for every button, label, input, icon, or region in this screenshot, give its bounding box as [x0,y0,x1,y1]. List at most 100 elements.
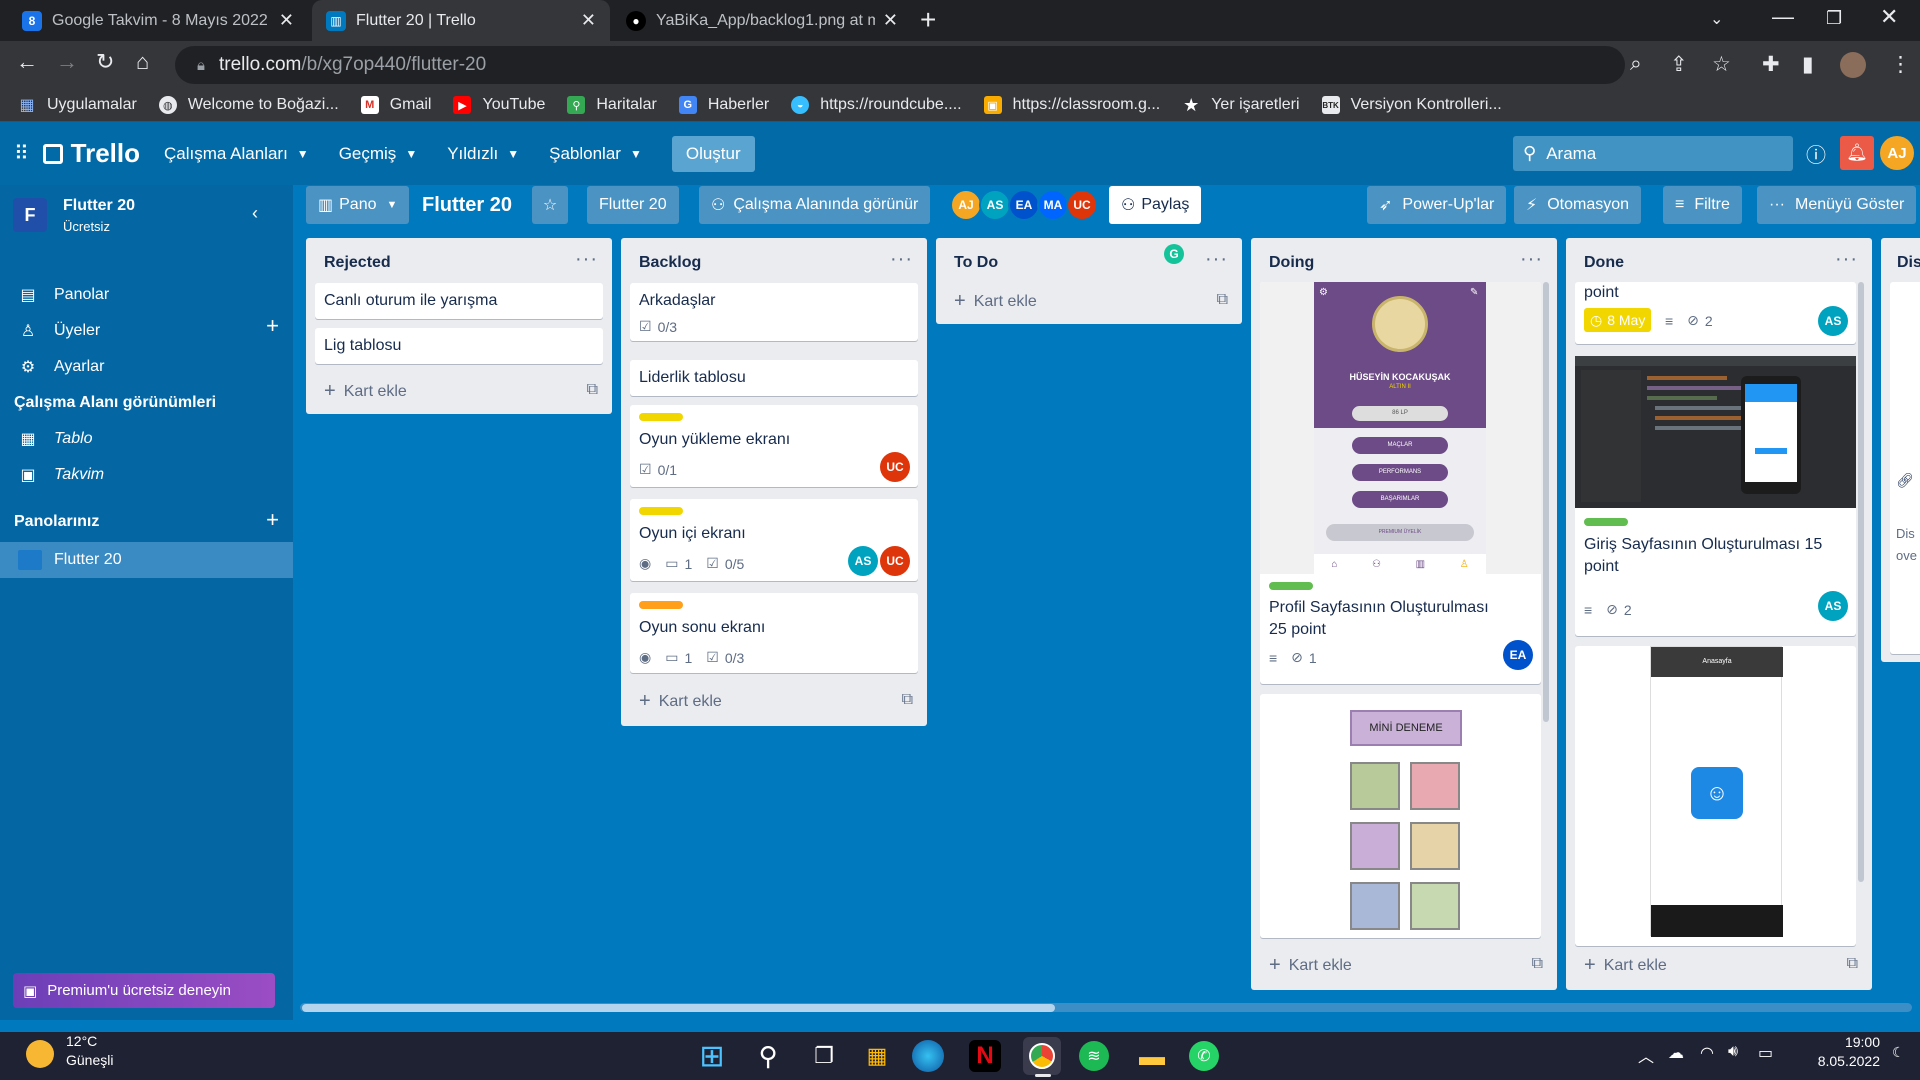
card-template-icon[interactable]: ⧉ [1847,955,1858,973]
side-panel-icon[interactable]: ▮ [1802,52,1814,77]
onedrive-icon[interactable]: ☁ [1668,1043,1684,1063]
volume-icon[interactable]: 🔊︎ [1728,1043,1738,1061]
star-board-button[interactable]: ☆ [532,186,568,224]
member-avatar-ea[interactable]: EA [1503,640,1533,670]
member-avatar-as[interactable]: AS [1818,591,1848,621]
list-actions-icon[interactable]: ··· [1520,248,1543,271]
nav-starred[interactable]: Yıldızlı ▼ [447,144,519,164]
add-member-icon[interactable]: + [266,313,279,339]
add-card-button[interactable]: + Kart ekle [639,690,722,713]
add-board-icon[interactable]: + [266,507,279,533]
extensions-icon[interactable]: ✚ [1762,52,1780,77]
card-canli-oturum[interactable]: Canlı oturum ile yarışma [315,283,603,319]
filter-button[interactable]: ≡ Filtre [1663,186,1742,224]
trello-logo[interactable]: Trello [42,138,140,169]
card-giris-sayfasi[interactable]: Giriş Sayfasının Oluşturulması 15 point … [1575,356,1856,636]
card-liderlik-tablosu[interactable]: Liderlik tablosu [630,360,918,396]
automation-button[interactable]: ⚡︎ Otomasyon [1514,186,1642,224]
tray-overflow-icon[interactable]: ︿ [1638,1043,1654,1067]
list-title[interactable]: To Do [954,254,998,272]
list-title[interactable]: Backlog [639,254,701,272]
notifications-icon[interactable]: 🔔︎ [1840,136,1874,170]
card-profil-sayfasi[interactable]: ⚙ ✎ HÜSEYİN KOCAKUŞAK ALTIN II 86 LP MAÇ… [1260,282,1541,684]
profile-avatar[interactable] [1840,52,1866,78]
whatsapp-icon[interactable]: ✆ [1189,1041,1219,1071]
list-title[interactable]: Dis [1897,254,1920,272]
search-icon[interactable]: ⚲ [749,1037,787,1075]
browser-tab-calendar[interactable]: 8 Google Takvim - 8 Mayıs 2022 haftası ✕ [8,0,308,41]
close-window-button[interactable]: ✕ [1880,4,1898,30]
sidebar-item-table[interactable]: ▦ Tablo [0,421,293,457]
bookmark-roundcube[interactable]: ◒ https://roundcube.... [791,96,962,114]
powerups-button[interactable]: ➶ Power-Up'lar [1367,186,1507,224]
clock-time[interactable]: 19:00 [1800,1034,1880,1050]
create-button[interactable]: Oluştur [671,135,755,172]
card-template-icon[interactable]: ⧉ [902,691,913,709]
bookmark-version-control[interactable]: BTK Versiyon Kontrolleri... [1321,96,1502,114]
bookmark-bogazici[interactable]: ◍ Welcome to Boğazi... [158,96,339,114]
member-avatar-as[interactable]: AS [1818,306,1848,336]
forward-icon[interactable]: → [56,49,78,75]
edge-icon[interactable] [912,1040,944,1072]
share-page-icon[interactable]: ⇪ [1670,52,1688,77]
address-bar[interactable]: 🔒︎ trello.com/b/xg7op440/flutter-20 [175,46,1625,84]
netflix-icon[interactable]: N [969,1040,1001,1072]
spotify-icon[interactable]: ≋ [1079,1041,1109,1071]
card-oyun-sonu[interactable]: Oyun sonu ekranı ◉ ▭ 1 ☑ 0/3 [630,593,918,673]
card-oyun-yukleme[interactable]: Oyun yükleme ekranı ☑ 0/1 UC [630,405,918,487]
sidebar-item-settings[interactable]: ⚙ Ayarlar [0,349,293,385]
close-tab-icon[interactable]: ✕ [883,10,898,31]
list-scrollbar[interactable] [1543,282,1549,722]
search-input[interactable]: ⚲ Arama [1513,136,1793,171]
bookmark-star-icon[interactable]: ☆ [1712,52,1731,77]
battery-icon[interactable]: ▭ [1758,1043,1773,1063]
member-avatar-ea[interactable]: EA [1008,189,1040,221]
bookmark-maps[interactable]: ⚲ Haritalar [567,96,657,114]
bookmark-youtube[interactable]: ▶ YouTube [453,96,545,114]
visibility-button[interactable]: ⚇ Çalışma Alanında görünür [699,186,931,224]
sidebar-item-members[interactable]: ♙ Üyeler [0,313,293,349]
card-partial[interactable]: 🔗︎ Dis ove [1890,282,1920,654]
minimize-button[interactable]: — [1772,4,1794,30]
notification-center-icon[interactable]: ☾ [1892,1044,1905,1061]
premium-trial-button[interactable]: ▣ Premium'u ücretsiz deneyin [13,973,275,1008]
nav-templates[interactable]: Şablonlar ▼ [549,144,642,164]
new-tab-button[interactable]: + [920,4,936,36]
show-menu-button[interactable]: ··· Menüyü Göster [1757,186,1917,224]
collapse-sidebar-icon[interactable]: ‹ [252,203,258,224]
store-icon[interactable]: ▦ [858,1037,896,1075]
list-title[interactable]: Rejected [324,254,391,272]
list-actions-icon[interactable]: ··· [575,248,598,271]
member-avatar-as[interactable]: AS [848,546,878,576]
chrome-icon-button[interactable] [1023,1037,1061,1075]
board-title[interactable]: Flutter 20 [422,194,512,217]
nav-recent[interactable]: Geçmiş ▼ [339,144,418,164]
card-anasayfa[interactable]: Anasayfa ☺ [1575,646,1856,946]
windows-start-icon[interactable]: ⊞ [693,1037,731,1075]
workspace-button[interactable]: Flutter 20 [587,186,679,224]
grammarly-icon[interactable]: G [1164,244,1184,264]
clock-date[interactable]: 8.05.2022 [1800,1053,1880,1069]
list-actions-icon[interactable]: ··· [1205,248,1228,271]
user-avatar[interactable]: AJ [1880,136,1914,170]
task-view-icon[interactable]: ❐ [805,1037,843,1075]
bookmark-news[interactable]: G Haberler [678,96,769,114]
weather-temperature[interactable]: 12°C [66,1033,97,1049]
tab-search-icon[interactable]: ⌄ [1710,9,1723,29]
list-scrollbar[interactable] [1858,282,1864,882]
nav-workspaces[interactable]: Çalışma Alanları ▼ [164,144,309,164]
back-icon[interactable]: ← [16,49,38,75]
bookmark-gmail[interactable]: M Gmail [360,96,431,114]
member-avatar-aj[interactable]: AJ [950,189,982,221]
add-card-button[interactable]: + Kart ekle [1584,954,1667,977]
due-date-badge[interactable]: ◷ 8 May [1584,308,1652,332]
card-oyun-ici[interactable]: Oyun içi ekranı ◉ ▭ 1 ☑ 0/5 AS UC [630,499,918,581]
share-button[interactable]: ⚇ Paylaş [1109,186,1202,224]
board-scrollbar-thumb[interactable] [302,1004,1055,1012]
bookmark-classroom[interactable]: ▣ https://classroom.g... [983,96,1160,114]
member-avatar-as[interactable]: AS [979,189,1011,221]
home-icon[interactable]: ⌂ [136,49,149,75]
list-title[interactable]: Doing [1269,254,1314,272]
zoom-icon[interactable]: ⌕ [1630,52,1642,76]
card-done-point[interactable]: point ◷ 8 May ≡ ⊘ 2 AS [1575,282,1856,344]
